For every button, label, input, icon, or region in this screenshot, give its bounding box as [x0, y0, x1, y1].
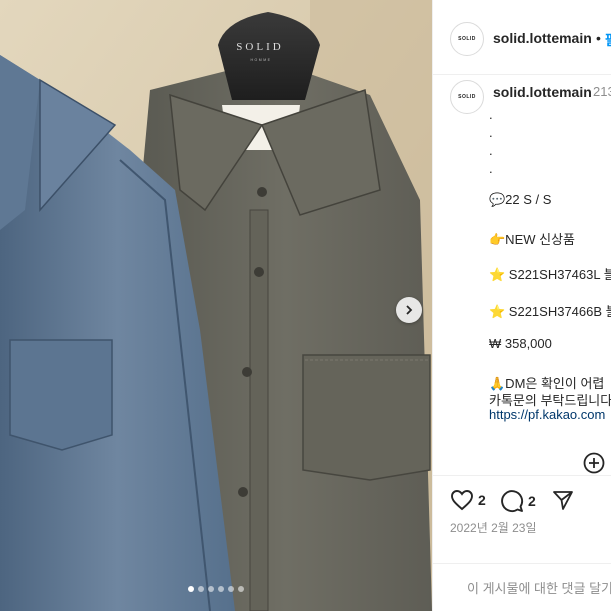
comment-bar: [433, 563, 611, 611]
caption-line: ⭐ S221SH37463L 블: [489, 267, 611, 282]
post-date: 2022년 2월 23일: [450, 521, 537, 535]
carousel-dot: [228, 586, 234, 592]
send-icon: [553, 491, 573, 510]
carousel-dot: [208, 586, 214, 592]
header-username[interactable]: solid.lottemain: [493, 30, 592, 46]
caption-time: 213: [593, 84, 611, 99]
hanger-sub-text: HOMME: [251, 58, 272, 62]
caption-line: .: [489, 161, 493, 176]
header-separator: •: [596, 30, 601, 46]
post-header: SOLID solid.lottemain • 팔: [433, 0, 611, 75]
caption-line: .: [489, 125, 493, 140]
chevron-right-icon: [406, 305, 413, 315]
like-count: 2: [478, 492, 486, 508]
avatar[interactable]: SOLID: [450, 22, 484, 56]
caption-line: .: [489, 143, 493, 158]
carousel-next-button[interactable]: [396, 297, 422, 323]
like-button[interactable]: 2: [450, 489, 486, 511]
plus-circle-icon: [583, 452, 605, 474]
comment-input[interactable]: [433, 564, 611, 611]
post-actions: 2 2 2022년 2월 23일: [433, 475, 611, 611]
caption-line: 💬22 S / S: [489, 192, 552, 207]
share-button[interactable]: [552, 489, 574, 511]
caption-username[interactable]: solid.lottemain: [493, 84, 592, 100]
hanger-brand-text: SOLID: [236, 41, 283, 53]
caption-avatar[interactable]: SOLID: [450, 80, 484, 114]
denim-shirts-image: SOLID HOMME: [0, 0, 432, 611]
follow-button[interactable]: 팔: [605, 30, 611, 50]
avatar-logo-text: SOLID: [458, 94, 476, 100]
caption-line: .: [489, 107, 493, 122]
heart-icon: [451, 490, 473, 511]
caption-line: ⭐ S221SH37466B 블: [489, 304, 611, 319]
comment-button[interactable]: 2: [500, 489, 536, 513]
avatar-logo-text: SOLID: [458, 36, 476, 42]
caption-line: ₩ 358,000: [489, 336, 552, 351]
comment-bubble-icon: [501, 490, 524, 513]
carousel-indicator: [0, 586, 432, 592]
post-side-panel: SOLID solid.lottemain • 팔 SOLID solid.lo…: [432, 0, 611, 611]
carousel-dot: [238, 586, 244, 592]
add-button[interactable]: [583, 452, 605, 474]
carousel-dot: [218, 586, 224, 592]
caption-line: 👉NEW 신상품: [489, 232, 576, 247]
carousel-dot: [188, 586, 194, 592]
post-photo[interactable]: SOLID HOMME: [0, 0, 432, 611]
caption-link[interactable]: https://pf.kakao.com: [489, 407, 605, 422]
comment-count: 2: [528, 493, 536, 509]
carousel-dot: [198, 586, 204, 592]
